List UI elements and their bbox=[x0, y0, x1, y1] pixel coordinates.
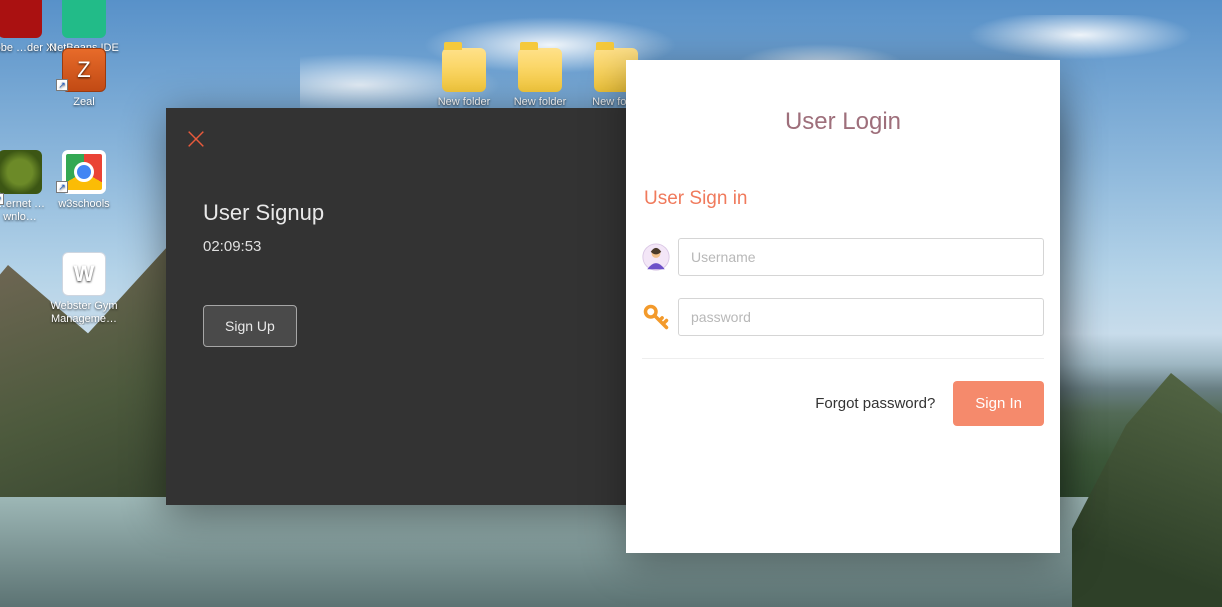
signin-button[interactable]: Sign In bbox=[953, 381, 1044, 426]
divider bbox=[642, 358, 1044, 359]
password-input[interactable] bbox=[678, 298, 1044, 336]
adobe-icon bbox=[0, 0, 42, 38]
folder-icon bbox=[518, 48, 562, 92]
desktop-icon-label: w3schools bbox=[46, 198, 122, 211]
signup-clock: 02:09:53 bbox=[203, 238, 261, 255]
word-doc-icon: W bbox=[62, 252, 106, 296]
shortcut-arrow-icon: ↗ bbox=[56, 79, 68, 91]
close-icon[interactable] bbox=[185, 128, 207, 150]
desktop-folder[interactable]: New folder bbox=[502, 48, 578, 109]
forgot-password-link[interactable]: Forgot password? bbox=[815, 395, 935, 412]
netbeans-icon bbox=[62, 0, 106, 38]
shortcut-arrow-icon: ↗ bbox=[56, 181, 68, 193]
signup-title: User Signup bbox=[203, 200, 324, 226]
login-window-title: User Login bbox=[642, 108, 1044, 136]
key-icon bbox=[642, 303, 670, 331]
desktop-icon-label: Zeal bbox=[46, 96, 122, 109]
desktop-folder[interactable]: New folder bbox=[426, 48, 502, 109]
chrome-icon bbox=[62, 150, 106, 194]
password-row bbox=[642, 298, 1044, 336]
user-avatar-icon bbox=[642, 243, 670, 271]
login-window: User Login User Sign in Forgot password?… bbox=[626, 60, 1060, 553]
desktop-icon-label: Webster Gym Manageme… bbox=[46, 300, 122, 325]
login-actions: Forgot password? Sign In bbox=[642, 381, 1044, 426]
desktop-icon-label: New folder bbox=[502, 96, 578, 109]
shortcut-arrow-icon: ↗ bbox=[0, 193, 4, 205]
desktop-icon-zeal[interactable]: Z ↗ Zeal bbox=[46, 48, 122, 109]
idm-icon bbox=[0, 150, 42, 194]
username-row bbox=[642, 238, 1044, 276]
folder-icon bbox=[442, 48, 486, 92]
signin-section-header: User Sign in bbox=[644, 188, 1044, 210]
zeal-icon: Z bbox=[62, 48, 106, 92]
desktop-icon-chrome[interactable]: ↗ w3schools bbox=[46, 150, 122, 211]
desktop-icon-word-doc[interactable]: W Webster Gym Manageme… bbox=[46, 252, 122, 325]
signup-button[interactable]: Sign Up bbox=[203, 305, 297, 347]
username-input[interactable] bbox=[678, 238, 1044, 276]
desktop-icon-label: New folder bbox=[426, 96, 502, 109]
